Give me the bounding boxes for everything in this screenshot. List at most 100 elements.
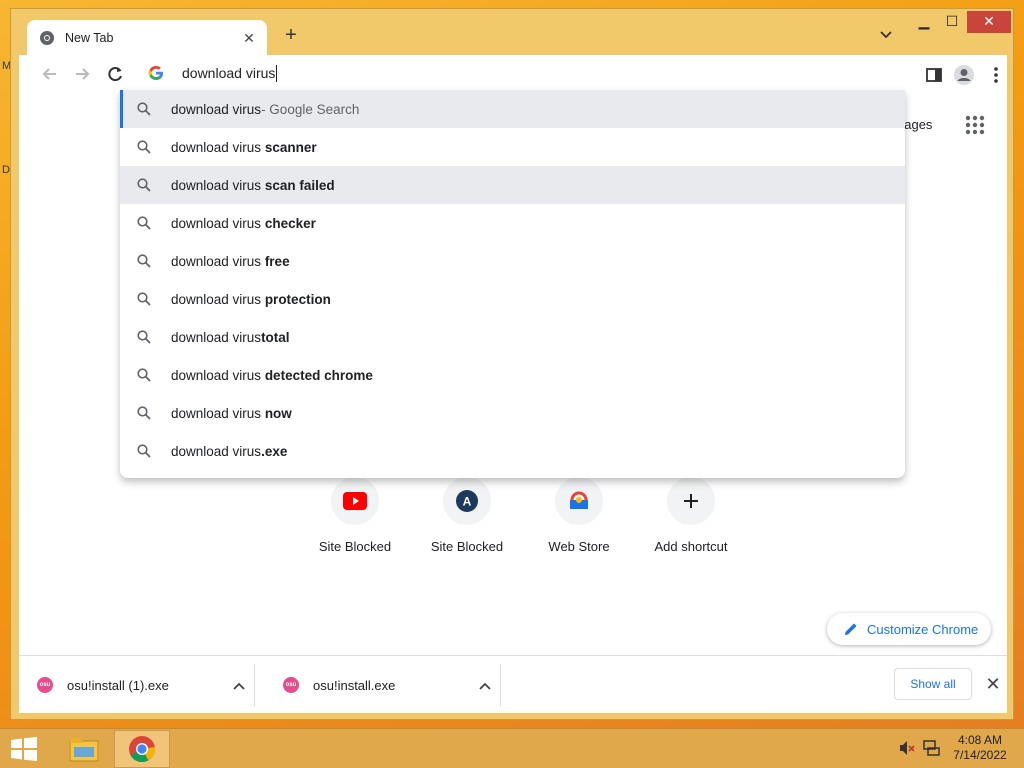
new-tab-button[interactable]: + xyxy=(279,23,303,47)
minimize-button[interactable]: ▁ xyxy=(909,11,939,33)
apps-grid-icon[interactable] xyxy=(963,113,987,137)
a-letter-icon: A xyxy=(443,477,491,525)
shortcut-label: Site Blocked xyxy=(430,539,504,554)
search-icon xyxy=(136,101,152,117)
text-caret xyxy=(276,64,278,82)
clock-date: 7/14/2022 xyxy=(953,748,1007,762)
search-icon xyxy=(136,329,152,345)
forward-icon[interactable] xyxy=(71,63,93,85)
tab-title: New Tab xyxy=(65,31,114,45)
download-item[interactable]: osu osu!install (1).exe xyxy=(19,664,255,706)
osu-icon: osu xyxy=(283,677,299,693)
omnibox-suggestions: download virus - Google Search download … xyxy=(120,90,905,478)
windows-start-icon[interactable] xyxy=(10,737,38,761)
suggestion-prefix: download virus xyxy=(171,177,265,193)
taskbar: 4:08 AM 7/14/2022 xyxy=(0,728,1024,768)
search-icon xyxy=(136,405,152,421)
osu-icon: osu xyxy=(37,677,53,693)
chevron-up-icon[interactable] xyxy=(224,678,254,693)
shortcut-tile[interactable]: A Site Blocked xyxy=(412,477,522,554)
chevron-up-icon[interactable] xyxy=(470,678,500,693)
suggestion-item[interactable]: download virus detected chrome xyxy=(120,356,905,394)
suggestion-suffix: scan failed xyxy=(264,177,335,193)
toolbar: download virus xyxy=(19,55,1007,93)
svg-text:A: A xyxy=(463,495,472,509)
network-icon[interactable] xyxy=(922,739,940,757)
suggestion-item[interactable]: download virus now xyxy=(120,394,905,432)
search-icon xyxy=(136,139,152,155)
suggestion-suffix: now xyxy=(264,405,292,421)
profile-avatar-icon[interactable] xyxy=(953,64,975,86)
shortcut-tile[interactable]: Add shortcut xyxy=(636,477,746,554)
suggestion-item[interactable]: download virus scan failed xyxy=(120,166,905,204)
suggestion-prefix: download virus xyxy=(171,139,265,155)
plus-icon xyxy=(667,477,715,525)
shortcut-tile[interactable]: Site Blocked xyxy=(300,477,410,554)
close-window-button[interactable]: ✕ xyxy=(967,11,1011,33)
suggestion-item[interactable]: download virus checker xyxy=(120,204,905,242)
suggestion-suffix: protection xyxy=(264,291,331,307)
suggestion-prefix: download virus xyxy=(171,215,265,231)
suggestion-suffix: scanner xyxy=(264,139,317,155)
suggestion-suffix: checker xyxy=(264,215,316,231)
file-explorer-icon[interactable] xyxy=(56,730,112,768)
suggestion-suffix: .exe xyxy=(261,443,288,459)
download-filename: osu!install.exe xyxy=(313,677,396,693)
suggestion-item[interactable]: download virus .exe xyxy=(120,432,905,470)
suggestion-item[interactable]: download virus protection xyxy=(120,280,905,318)
suggestion-prefix: download virus xyxy=(171,367,265,383)
side-panel-icon[interactable] xyxy=(923,64,945,86)
maximize-button[interactable]: ☐ xyxy=(937,11,967,33)
search-icon xyxy=(136,367,152,383)
suggestion-suffix: total xyxy=(261,329,290,345)
volume-muted-icon[interactable] xyxy=(898,739,916,757)
desktop-icon-label: D xyxy=(2,164,10,176)
menu-kebab-icon[interactable] xyxy=(985,64,1007,86)
shortcut-label: Site Blocked xyxy=(318,539,392,554)
clock-time: 4:08 AM xyxy=(957,733,1003,747)
search-icon xyxy=(136,253,152,269)
suggestion-item[interactable]: download virus total xyxy=(120,318,905,356)
chrome-taskbar-icon[interactable] xyxy=(114,730,170,768)
tab-search-icon[interactable] xyxy=(877,25,895,43)
close-download-bar-icon[interactable]: ✕ xyxy=(983,674,1003,694)
tab-new-tab[interactable]: New Tab ✕ xyxy=(27,20,267,56)
chrome-icon xyxy=(39,30,55,46)
google-g-icon xyxy=(148,65,164,81)
download-item[interactable]: osu osu!install.exe xyxy=(265,664,501,706)
download-filename: osu!install (1).exe xyxy=(67,677,169,693)
suggestion-suffix: free xyxy=(264,253,290,269)
suggestion-item[interactable]: download virus - Google Search xyxy=(120,90,905,128)
suggestion-prefix: download virus xyxy=(171,101,262,117)
search-icon xyxy=(136,177,152,193)
reload-icon[interactable] xyxy=(104,63,126,85)
omnibox-text: download virus xyxy=(182,65,276,81)
suggestion-suffix: detected chrome xyxy=(264,367,373,383)
omnibox-input[interactable]: download virus xyxy=(130,54,916,92)
search-icon xyxy=(136,291,152,307)
download-bar: osu osu!install (1).exe osu osu!install.… xyxy=(19,655,1007,713)
tab-strip: New Tab ✕ + ▁ ☐ ✕ xyxy=(11,9,1013,56)
shortcut-label: Add shortcut xyxy=(654,539,728,554)
chrome-webstore-icon xyxy=(555,477,603,525)
customize-label: Customize Chrome xyxy=(867,621,979,637)
customize-chrome-button[interactable]: Customize Chrome xyxy=(827,613,991,645)
youtube-icon xyxy=(331,477,379,525)
search-icon xyxy=(136,443,152,459)
show-all-button[interactable]: Show all xyxy=(894,668,972,700)
suggestion-prefix: download virus xyxy=(171,443,262,459)
suggestion-item[interactable]: download virus free xyxy=(120,242,905,280)
pencil-icon xyxy=(843,621,859,637)
shortcut-tile[interactable]: Web Store xyxy=(524,477,634,554)
suggestion-item[interactable]: download virus scanner xyxy=(120,128,905,166)
tab-close-icon[interactable]: ✕ xyxy=(241,30,257,46)
suggestion-prefix: download virus xyxy=(171,329,262,345)
suggestion-hint: - Google Search xyxy=(261,101,360,117)
suggestion-prefix: download virus xyxy=(171,405,265,421)
system-clock[interactable]: 4:08 AM 7/14/2022 xyxy=(950,733,1010,763)
suggestion-prefix: download virus xyxy=(171,253,265,269)
search-icon xyxy=(136,215,152,231)
suggestion-prefix: download virus xyxy=(171,291,265,307)
shortcut-label: Web Store xyxy=(548,539,610,554)
back-icon[interactable] xyxy=(39,63,61,85)
